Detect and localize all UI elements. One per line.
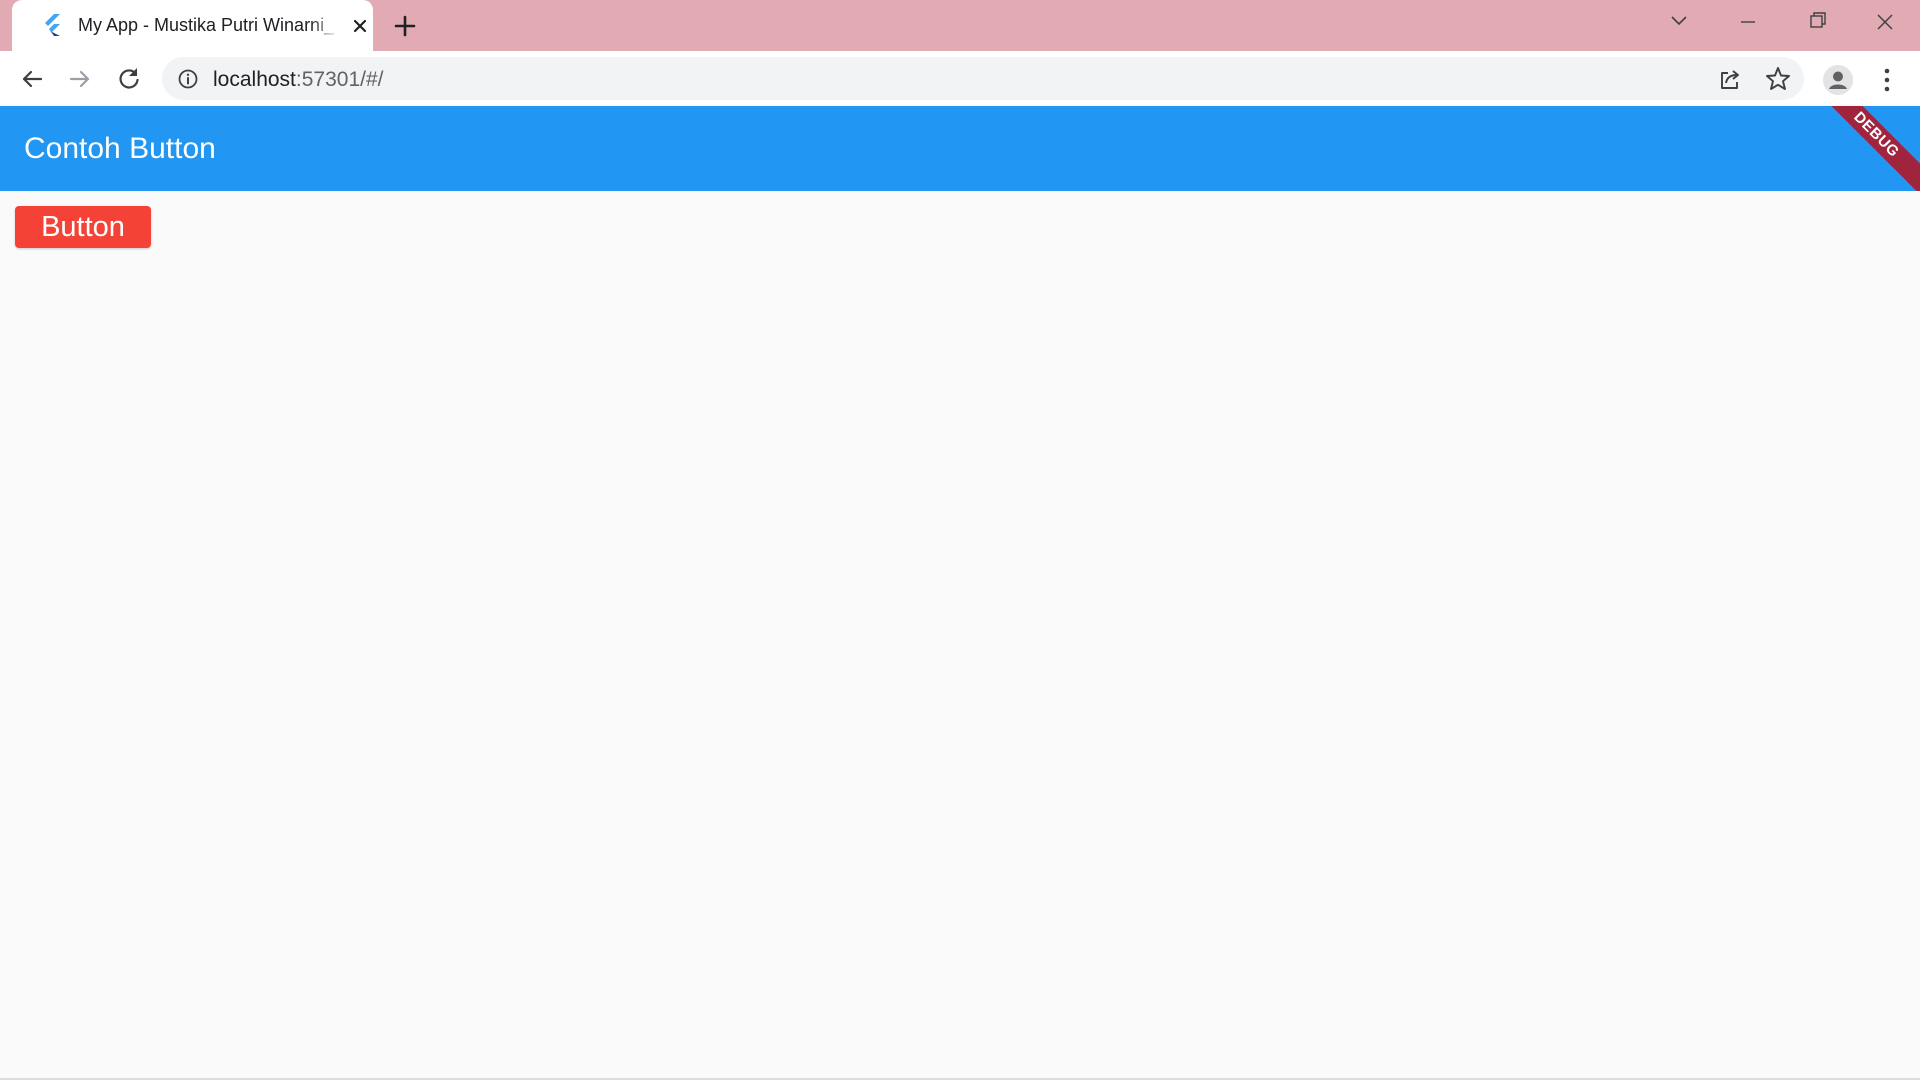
app-body: Button: [0, 191, 1920, 1078]
account-icon[interactable]: [1822, 64, 1854, 96]
tab-title: My App - Mustika Putri Winarni_: [78, 15, 340, 36]
back-arrow-icon[interactable]: [15, 62, 49, 96]
restore-icon[interactable]: [1788, 6, 1844, 40]
window-close-icon[interactable]: [1857, 6, 1913, 40]
star-icon[interactable]: [1763, 64, 1793, 94]
address-bar[interactable]: localhost:57301/#/: [162, 57, 1804, 100]
more-vert-icon[interactable]: [1872, 64, 1902, 96]
share-icon[interactable]: [1715, 64, 1745, 94]
url-host: localhost: [213, 68, 296, 91]
info-icon[interactable]: [176, 67, 200, 91]
debug-banner: DEBUG: [1804, 106, 1920, 191]
url-text[interactable]: localhost:57301/#/: [213, 68, 383, 92]
browser-toolbar: localhost:57301/#/: [0, 51, 1920, 106]
page-title: Contoh Button: [24, 132, 216, 165]
tab-close-icon[interactable]: [348, 14, 372, 38]
new-tab-plus-icon[interactable]: [391, 12, 419, 40]
app-bar: Contoh Button DEBUG: [0, 106, 1920, 191]
flutter-logo-icon: [42, 14, 62, 36]
browser-tab[interactable]: My App - Mustika Putri Winarni_: [12, 0, 373, 51]
tab-strip: My App - Mustika Putri Winarni_: [0, 0, 1920, 51]
chevron-down-icon[interactable]: [1651, 6, 1707, 40]
url-path: :57301/#/: [295, 68, 384, 91]
red-button[interactable]: Button: [15, 206, 151, 248]
forward-arrow-icon[interactable]: [63, 62, 97, 96]
minimize-icon[interactable]: [1720, 6, 1776, 40]
reload-icon[interactable]: [112, 62, 146, 96]
